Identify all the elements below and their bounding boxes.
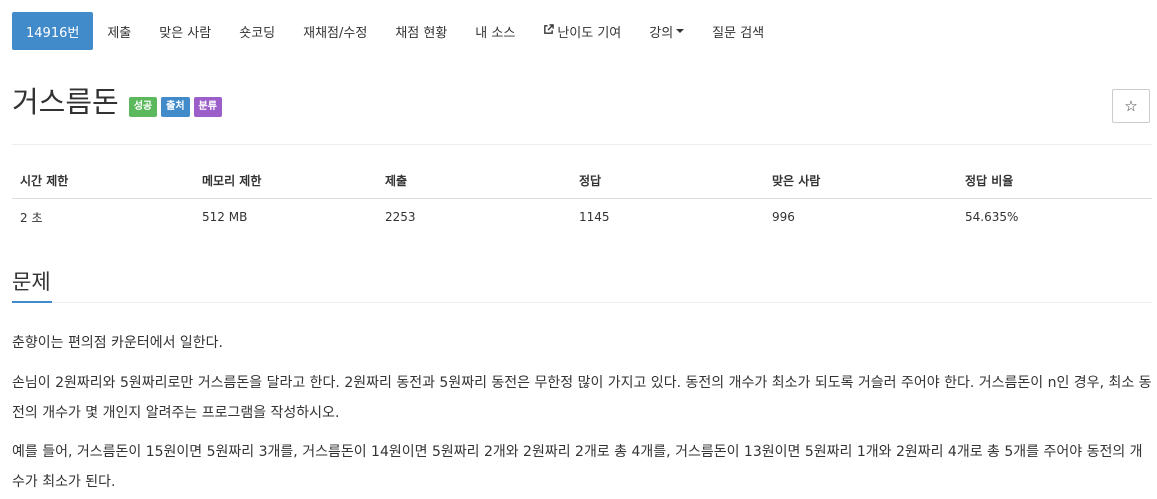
- star-icon: ☆: [1124, 97, 1138, 115]
- tab-accepted-users[interactable]: 맞은 사람: [145, 12, 225, 50]
- tab-problem[interactable]: 14916번: [12, 12, 94, 50]
- table-cell: 2253: [385, 210, 416, 224]
- column-header: 정답 비율: [957, 162, 1152, 199]
- table-header-row: 시간 제한 메모리 제한 제출 정답 맞은 사람 정답 비율: [12, 162, 1152, 199]
- problem-paragraph: 춘향이는 편의점 카운터에서 일한다.: [12, 335, 223, 351]
- tab-status[interactable]: 채점 현황: [381, 12, 461, 50]
- tab-question-search[interactable]: 질문 검색: [698, 12, 778, 50]
- section-underline: [12, 301, 52, 303]
- tab-label: 난이도 기여: [557, 25, 622, 41]
- tab-my-source[interactable]: 내 소스: [461, 12, 529, 50]
- table-cell: 996: [772, 210, 795, 224]
- page-title: 거스름돈: [12, 85, 119, 119]
- tab-label: 내 소스: [475, 25, 516, 41]
- section-title: 문제: [12, 270, 51, 294]
- tab-label: 강의: [649, 25, 674, 41]
- tab-label: 제출: [107, 25, 132, 41]
- tab-label: 채점 현황: [395, 25, 448, 41]
- column-header: 맞은 사람: [764, 162, 957, 199]
- problem-paragraph: 예를 들어, 거스름돈이 15원이면 5원짜리 3개를, 거스름돈이 14원이면…: [12, 444, 1143, 490]
- source-badge[interactable]: 출처: [161, 97, 190, 117]
- table-cell: 54.635%: [965, 210, 1019, 224]
- divider: [12, 144, 1152, 145]
- caret-down-icon: [676, 29, 685, 33]
- favorite-button[interactable]: ☆: [1112, 89, 1150, 123]
- tab-rejudge[interactable]: 재채점/수정: [289, 12, 381, 50]
- tab-submit[interactable]: 제출: [93, 12, 145, 50]
- category-badge[interactable]: 분류: [193, 97, 222, 117]
- divider: [12, 302, 1152, 303]
- tab-difficulty[interactable]: 난이도 기여: [529, 12, 635, 50]
- table-cell: 1145: [579, 210, 610, 224]
- table-row: 2 초 512 MB 2253 1145 996 54.635%: [12, 199, 1152, 236]
- tab-label: 숏코딩: [239, 25, 276, 41]
- problem-paragraph: 손님이 2원짜리와 5원짜리로만 거스름돈을 달라고 한다. 2원짜리 동전과 …: [12, 375, 1152, 421]
- tab-label: 질문 검색: [712, 25, 765, 41]
- tab-lecture[interactable]: 강의: [635, 12, 698, 50]
- column-header: 정답: [571, 162, 764, 199]
- external-link-icon: [543, 24, 555, 38]
- column-header: 제출: [377, 162, 571, 199]
- problem-menu: 14916번 제출 맞은 사람 숏코딩 재채점/수정 채점 현황 내 소스 난이…: [12, 12, 778, 50]
- tab-label: 맞은 사람: [159, 25, 212, 41]
- problem-info-table: 시간 제한 메모리 제한 제출 정답 맞은 사람 정답 비율 2 초 512 M…: [12, 162, 1152, 235]
- table-cell: 2 초: [20, 210, 43, 225]
- success-badge[interactable]: 성공: [128, 97, 158, 117]
- title-row: 거스름돈 성공 출처 분류: [12, 88, 222, 117]
- tab-short-coding[interactable]: 숏코딩: [225, 12, 289, 50]
- column-header: 메모리 제한: [194, 162, 377, 199]
- tab-label: 14916번: [26, 25, 80, 41]
- table-cell: 512 MB: [202, 210, 248, 224]
- tab-label: 재채점/수정: [303, 25, 368, 41]
- column-header: 시간 제한: [12, 162, 194, 199]
